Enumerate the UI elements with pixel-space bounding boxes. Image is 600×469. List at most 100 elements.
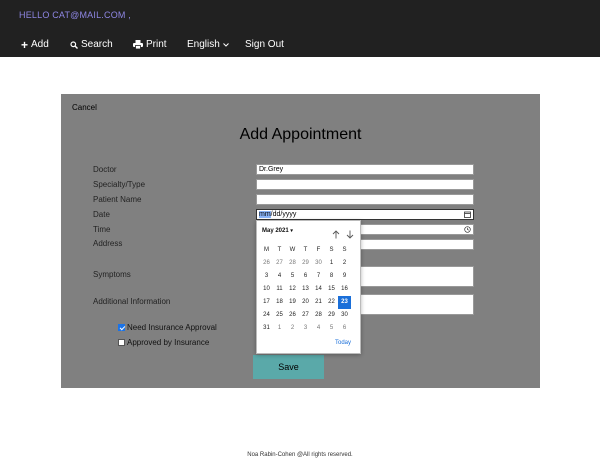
calendar-day[interactable]: 27 (273, 257, 286, 270)
save-button[interactable]: Save (253, 355, 324, 379)
calendar-day[interactable]: 4 (312, 322, 325, 335)
search-icon (70, 40, 78, 49)
month-select[interactable]: May 2021 ▾ (262, 228, 293, 234)
doctor-label: Doctor (93, 165, 117, 174)
printer-icon (133, 40, 143, 49)
patient-label: Patient Name (93, 195, 142, 204)
date-picker-popup: May 2021 ▾ M T W T F S S 26 27 28 29 30 1 2 3 4 5 6 7 8 9 10 1… (256, 220, 361, 354)
calendar-day[interactable]: 23 (338, 296, 351, 309)
calendar-day[interactable]: 10 (260, 283, 273, 296)
arrow-down-icon[interactable] (346, 226, 354, 244)
calendar-day[interactable]: 31 (260, 322, 273, 335)
month-nav (332, 226, 354, 244)
calendar-day[interactable]: 29 (325, 309, 338, 322)
calendar-day[interactable]: 28 (312, 309, 325, 322)
top-navbar: HELLO CAT@MAIL.COM , + Add Search Print … (0, 0, 600, 57)
additional-info-label: Additional Information (93, 297, 171, 306)
add-button[interactable]: + Add (21, 37, 49, 52)
calendar-day[interactable]: 9 (338, 270, 351, 283)
date-label: Date (93, 210, 110, 219)
need-insurance-label: Need Insurance Approval (127, 323, 217, 332)
checkbox-unchecked-icon[interactable] (118, 339, 125, 346)
weekday-header: T (277, 247, 282, 253)
add-label: Add (31, 39, 49, 50)
symptoms-label: Symptoms (93, 270, 131, 279)
sign-out-label: Sign Out (245, 39, 284, 50)
footer-copyright: Noa Rabin-Cohen @All rights reserved. (247, 452, 353, 458)
date-month-segment[interactable]: mm (259, 211, 271, 218)
calendar-day[interactable]: 25 (273, 309, 286, 322)
user-greeting: HELLO CAT@MAIL.COM , (19, 10, 131, 20)
calendar-day[interactable]: 20 (299, 296, 312, 309)
calendar-day[interactable]: 30 (312, 257, 325, 270)
language-label: English (187, 39, 220, 50)
calendar-day[interactable]: 12 (286, 283, 299, 296)
clock-icon[interactable] (464, 226, 471, 236)
calendar-day[interactable]: 26 (286, 309, 299, 322)
calendar-day[interactable]: 1 (325, 257, 338, 270)
calendar-day[interactable]: 18 (273, 296, 286, 309)
calendar-day[interactable]: 26 (260, 257, 273, 270)
approved-insurance-label: Approved by Insurance (127, 338, 210, 347)
search-button[interactable]: Search (70, 39, 113, 50)
calendar-day[interactable]: 19 (286, 296, 299, 309)
weekday-header: S (342, 247, 347, 253)
weekday-header: W (289, 247, 296, 253)
print-label: Print (146, 39, 167, 50)
caret-down-icon: ▾ (290, 228, 293, 234)
calendar-day[interactable]: 5 (286, 270, 299, 283)
address-label: Address (93, 239, 123, 248)
specialty-label: Specialty/Type (93, 180, 146, 189)
calendar-day[interactable]: 11 (273, 283, 286, 296)
calendar-day[interactable]: 2 (286, 322, 299, 335)
calendar-day[interactable]: 28 (286, 257, 299, 270)
date-rest-segment[interactable]: /dd/yyyy (271, 211, 297, 218)
calendar-day[interactable]: 7 (312, 270, 325, 283)
language-dropdown[interactable]: English (187, 39, 229, 50)
weekday-header: T (303, 247, 308, 253)
search-label: Search (81, 39, 113, 50)
calendar-day[interactable]: 4 (273, 270, 286, 283)
calendar-day[interactable]: 22 (325, 296, 338, 309)
month-label: May 2021 (262, 228, 289, 234)
approved-insurance-checkbox[interactable]: Approved by Insurance (118, 338, 209, 347)
patient-name-field[interactable] (256, 194, 474, 205)
calendar-day[interactable]: 6 (338, 322, 351, 335)
weekday-header: S (329, 247, 334, 253)
today-button[interactable]: Today (335, 340, 351, 346)
calendar-day[interactable]: 8 (325, 270, 338, 283)
calendar-day[interactable]: 13 (299, 283, 312, 296)
calendar-day[interactable]: 29 (299, 257, 312, 270)
time-label: Time (93, 225, 111, 234)
doctor-field[interactable]: Dr.Grey (256, 164, 474, 175)
specialty-field[interactable] (256, 179, 474, 190)
calendar-day[interactable]: 14 (312, 283, 325, 296)
calendar-day[interactable]: 30 (338, 309, 351, 322)
calendar-day[interactable]: 27 (299, 309, 312, 322)
calendar-day[interactable]: 21 (312, 296, 325, 309)
calendar-day[interactable]: 24 (260, 309, 273, 322)
sign-out-button[interactable]: Sign Out (245, 39, 284, 50)
need-insurance-checkbox[interactable]: Need Insurance Approval (118, 323, 217, 332)
calendar-day[interactable]: 1 (273, 322, 286, 335)
arrow-up-icon[interactable] (332, 226, 340, 244)
print-button[interactable]: Print (133, 39, 167, 50)
calendar-day[interactable]: 16 (338, 283, 351, 296)
weekday-header: F (316, 247, 321, 253)
calendar-day[interactable]: 3 (260, 270, 273, 283)
checkbox-checked-icon[interactable] (118, 324, 125, 331)
calendar-day[interactable]: 5 (325, 322, 338, 335)
cancel-link[interactable]: Cancel (72, 103, 97, 112)
page-title: Add Appointment (239, 126, 362, 143)
calendar-grid: M T W T F S S 26 27 28 29 30 1 2 3 4 5 6 7 8 9 10 11 12 13 14 15 16… (260, 244, 351, 335)
chevron-down-icon (222, 42, 229, 47)
date-field[interactable]: mm/dd/yyyy (256, 209, 474, 220)
plus-icon: + (21, 37, 29, 52)
calendar-day[interactable]: 2 (338, 257, 351, 270)
weekday-header: M (264, 247, 269, 253)
calendar-day[interactable]: 6 (299, 270, 312, 283)
calendar-day[interactable]: 17 (260, 296, 273, 309)
calendar-day[interactable]: 15 (325, 283, 338, 296)
calendar-icon[interactable] (464, 211, 471, 221)
calendar-day[interactable]: 3 (299, 322, 312, 335)
